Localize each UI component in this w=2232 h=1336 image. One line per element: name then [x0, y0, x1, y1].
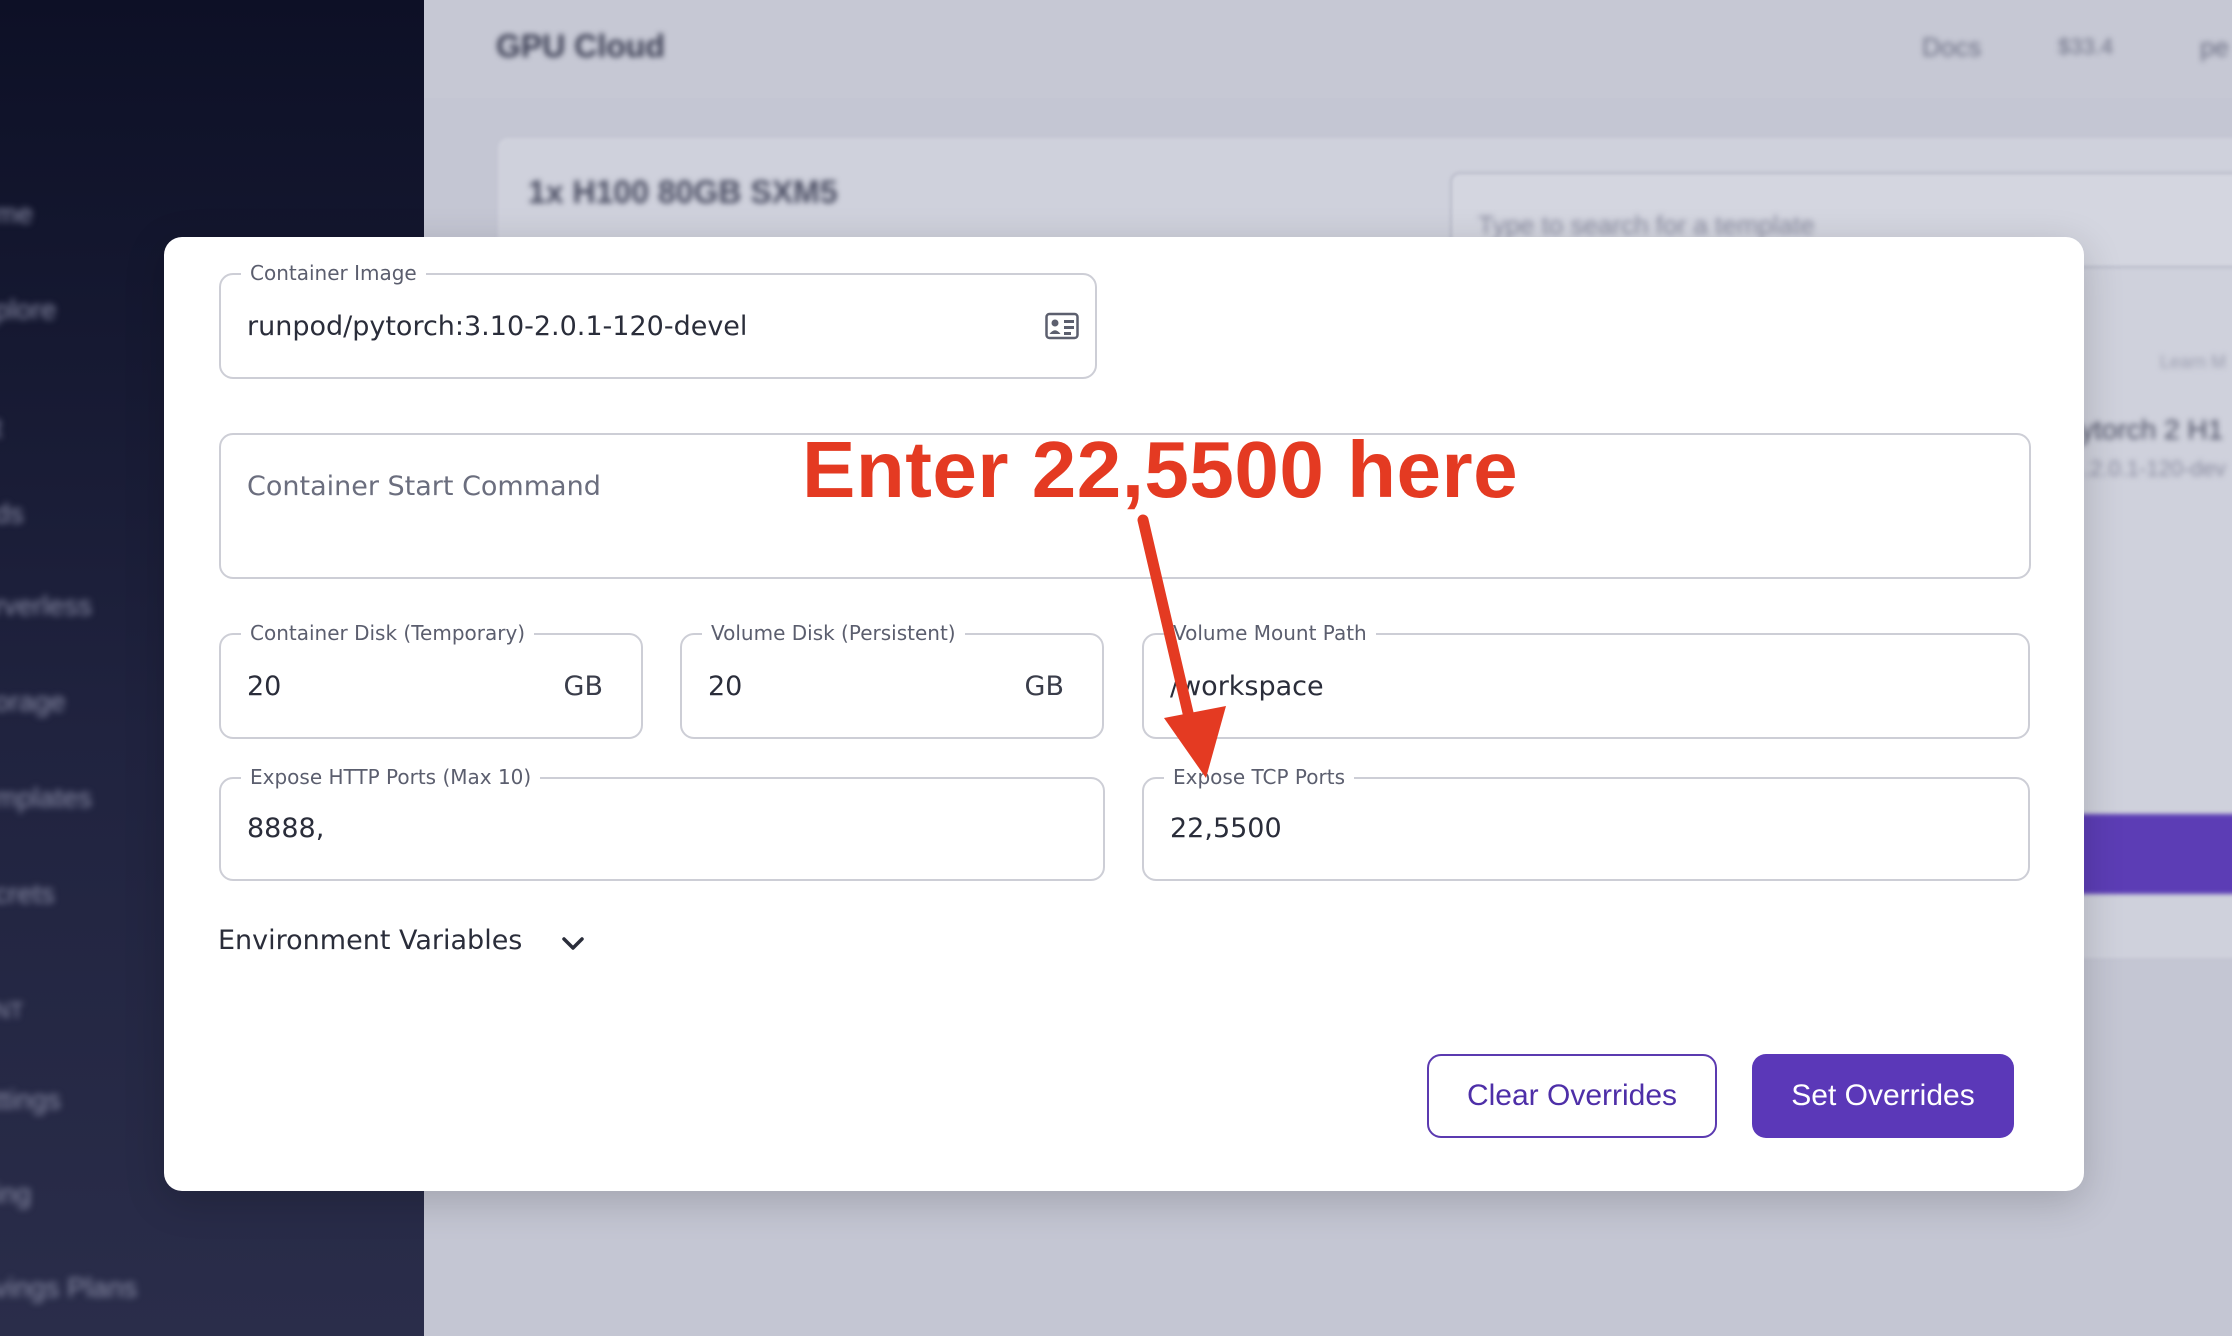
container-disk-field[interactable]: Container Disk (Temporary) 20 GB	[219, 619, 643, 739]
annotation-callout: Enter 22,5500 here	[802, 425, 1519, 514]
nav-docs-link[interactable]: Docs	[1922, 32, 1981, 63]
container-image-value[interactable]: runpod/pytorch:3.10-2.0.1-120-devel	[247, 311, 747, 342]
container-disk-unit: GB	[563, 671, 603, 702]
tcp-ports-field[interactable]: Expose TCP Ports 22,5500	[1142, 763, 2030, 881]
sidebar-item-explore[interactable]: plore	[0, 294, 56, 326]
sidebar-item-settings[interactable]: ttings	[0, 1084, 61, 1116]
volume-disk-label: Volume Disk (Persistent)	[702, 619, 965, 647]
template-title: ytorch 2 H1	[2080, 414, 2224, 445]
volume-disk-unit: GB	[1024, 671, 1064, 702]
environment-variables-toggle[interactable]: Environment Variables	[218, 925, 522, 956]
volume-disk-value[interactable]: 20	[708, 671, 742, 702]
sidebar-item-serverless[interactable]: rverless	[0, 590, 92, 622]
sidebar-item-savings-plans[interactable]: vings Plans	[0, 1272, 137, 1304]
sidebar-item-home[interactable]: me	[0, 198, 33, 230]
chevron-down-icon[interactable]	[556, 927, 590, 961]
template-subtitle: .2.0.1-120-dev	[2084, 456, 2226, 481]
http-ports-value[interactable]: 8888,	[247, 813, 324, 844]
sidebar-item-billing[interactable]: ing	[0, 1178, 31, 1210]
http-ports-field[interactable]: Expose HTTP Ports (Max 10) 8888,	[219, 763, 1105, 881]
sidebar-item-storage[interactable]: orage	[0, 686, 66, 718]
container-image-label: Container Image	[241, 259, 426, 287]
sidebar-item-pods-header[interactable]: t	[0, 412, 2, 444]
balance-display: $33.4	[2058, 34, 2114, 59]
start-command-placeholder: Container Start Command	[247, 471, 601, 502]
tcp-ports-value[interactable]: 22,5500	[1170, 813, 1282, 844]
override-modal: Container Image runpod/pytorch:3.10-2.0.…	[164, 237, 2084, 1191]
clear-overrides-button[interactable]: Clear Overrides	[1427, 1054, 1717, 1138]
tcp-ports-label: Expose TCP Ports	[1164, 763, 1354, 791]
volume-mount-path-value[interactable]: /workspace	[1170, 671, 1324, 702]
http-ports-label: Expose HTTP Ports (Max 10)	[241, 763, 541, 791]
sidebar-item-secrets[interactable]: crets	[0, 878, 55, 910]
container-disk-label: Container Disk (Temporary)	[241, 619, 535, 647]
sidebar-section-account: NT	[0, 998, 24, 1023]
sidebar-item-pods[interactable]: ds	[0, 498, 24, 530]
template-learn-link[interactable]: Learn M	[2160, 352, 2226, 373]
volume-mount-path-field[interactable]: Volume Mount Path /workspace	[1142, 619, 2030, 739]
sidebar-item-templates[interactable]: mplates	[0, 782, 92, 814]
id-card-icon[interactable]	[1045, 311, 1079, 341]
set-overrides-button[interactable]: Set Overrides	[1752, 1054, 2014, 1138]
gpu-name: 1x H100 80GB SXM5	[528, 174, 838, 210]
deploy-button-edge[interactable]	[2080, 814, 2232, 894]
volume-disk-field[interactable]: Volume Disk (Persistent) 20 GB	[680, 619, 1104, 739]
container-disk-value[interactable]: 20	[247, 671, 281, 702]
volume-mount-path-label: Volume Mount Path	[1164, 619, 1376, 647]
container-image-field[interactable]: Container Image runpod/pytorch:3.10-2.0.…	[219, 259, 1097, 379]
user-menu[interactable]: pe	[2200, 32, 2229, 63]
app-title: GPU Cloud	[496, 28, 665, 64]
